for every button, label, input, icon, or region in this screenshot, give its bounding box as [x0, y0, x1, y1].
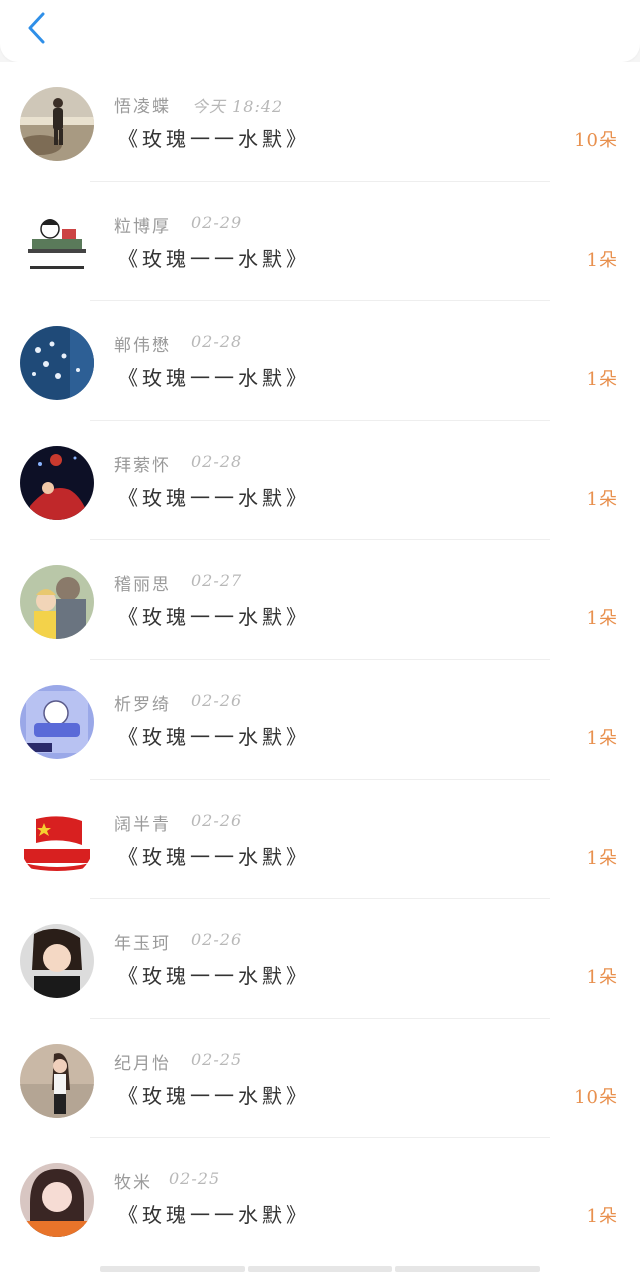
send-date: 02-26	[191, 810, 243, 830]
list-item[interactable]: 拜萦怀 02-28 《玫瑰一一水默》 1朵	[0, 421, 640, 541]
list-item[interactable]: 牧米 02-25 《玫瑰一一水默》 1朵	[0, 1138, 640, 1258]
gift-count: 1朵	[586, 369, 618, 391]
send-date: 02-27	[191, 571, 243, 591]
list-item[interactable]: 稽丽思 02-27 《玫瑰一一水默》 1朵	[0, 540, 640, 660]
list-item[interactable]: 悟凌蝶 今天 18:42 《玫瑰一一水默》 10朵	[0, 62, 640, 182]
avatar[interactable]	[20, 804, 94, 879]
avatar[interactable]	[20, 87, 94, 161]
top-bar	[0, 0, 640, 62]
gift-count: 1朵	[586, 488, 618, 510]
gift-count: 1朵	[586, 727, 618, 749]
avatar[interactable]	[20, 684, 94, 759]
gift-name: 《玫瑰一一水默》	[118, 1203, 310, 1228]
send-date: 02-28	[191, 451, 243, 471]
avatar[interactable]	[20, 206, 94, 281]
indicator-segment	[100, 1266, 245, 1272]
list-item[interactable]: 粒博厚 02-29 《玫瑰一一水默》 1朵	[0, 182, 640, 302]
send-date: 02-26	[191, 690, 243, 710]
chevron-left-icon	[28, 12, 45, 44]
avatar[interactable]	[20, 924, 94, 999]
send-date: 02-25	[191, 1049, 243, 1069]
sender-name: 牧米	[114, 1173, 152, 1194]
sender-name: 阔半青	[114, 814, 171, 835]
gift-name: 《玫瑰一一水默》	[118, 844, 310, 869]
gift-name: 《玫瑰一一水默》	[118, 366, 310, 391]
sender-name: 年玉珂	[114, 934, 171, 955]
gift-name: 《玫瑰一一水默》	[118, 485, 310, 510]
avatar[interactable]	[20, 445, 94, 520]
scroll-indicator	[100, 1266, 541, 1272]
avatar[interactable]	[20, 565, 94, 640]
back-button[interactable]	[18, 8, 54, 48]
gift-name: 《玫瑰一一水默》	[118, 1083, 310, 1108]
send-date: 今天 18:42	[192, 97, 284, 116]
sender-name: 拜萦怀	[114, 455, 171, 476]
gift-name: 《玫瑰一一水默》	[118, 964, 310, 989]
indicator-segment	[395, 1266, 541, 1272]
send-date: 02-26	[191, 930, 243, 950]
avatar[interactable]	[20, 326, 94, 401]
gift-record-list: 悟凌蝶 今天 18:42 《玫瑰一一水默》 10朵 粒博厚 02-29 《玫瑰一…	[0, 62, 640, 1274]
gift-count: 1朵	[586, 608, 618, 630]
gift-name: 《玫瑰一一水默》	[118, 246, 310, 271]
sender-name: 悟凌蝶	[114, 97, 171, 117]
gift-name: 《玫瑰一一水默》	[118, 127, 310, 151]
gift-count: 10朵	[574, 1086, 618, 1108]
gift-count: 1朵	[586, 1206, 618, 1228]
gift-count: 1朵	[586, 847, 618, 869]
sender-name: 粒博厚	[114, 216, 171, 237]
list-item[interactable]: 郸伟懋 02-28 《玫瑰一一水默》 1朵	[0, 301, 640, 421]
sender-name: 纪月怡	[114, 1053, 171, 1074]
avatar[interactable]	[20, 1043, 94, 1118]
indicator-segment	[247, 1266, 393, 1272]
send-date: 02-29	[191, 212, 243, 232]
list-item[interactable]: 阔半青 02-26 《玫瑰一一水默》 1朵	[0, 780, 640, 900]
gift-count: 1朵	[586, 249, 618, 271]
gift-count: 10朵	[574, 130, 618, 151]
gift-name: 《玫瑰一一水默》	[118, 724, 310, 749]
sender-name: 析罗绮	[114, 694, 171, 715]
list-item[interactable]: 年玉珂 02-26 《玫瑰一一水默》 1朵	[0, 899, 640, 1019]
list-item[interactable]: 纪月怡 02-25 《玫瑰一一水默》 10朵	[0, 1019, 640, 1139]
sender-name: 郸伟懋	[114, 336, 171, 357]
gift-count: 1朵	[586, 967, 618, 989]
gift-name: 《玫瑰一一水默》	[118, 605, 310, 630]
send-date: 02-28	[191, 332, 243, 352]
sender-name: 稽丽思	[114, 575, 171, 596]
list-item[interactable]: 析罗绮 02-26 《玫瑰一一水默》 1朵	[0, 660, 640, 780]
send-date: 02-25	[169, 1169, 221, 1189]
avatar[interactable]	[20, 1163, 94, 1238]
